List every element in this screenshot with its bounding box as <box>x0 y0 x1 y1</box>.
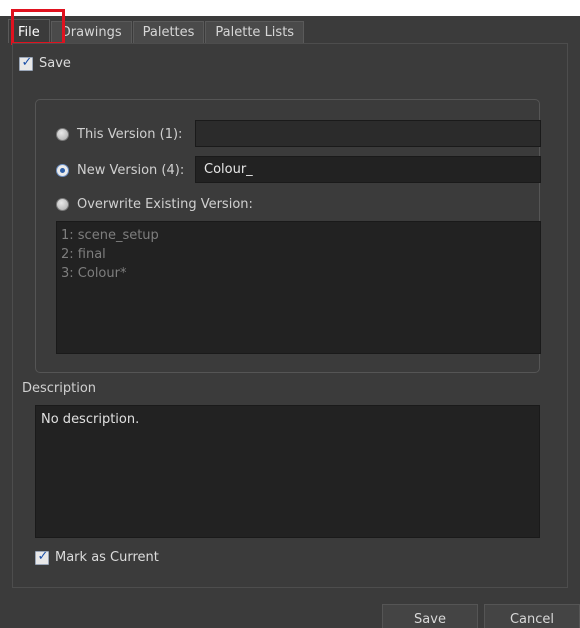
description-textarea[interactable]: No description. <box>35 405 540 538</box>
mark-current-row[interactable]: ✓ Mark as Current <box>35 548 159 565</box>
list-item[interactable]: 2: final <box>61 245 536 264</box>
tab-palette-lists[interactable]: Palette Lists <box>205 21 305 43</box>
save-button[interactable]: Save <box>382 604 478 628</box>
file-tab-content: ✓ Save This Version (1): New Version (4)… <box>12 43 568 588</box>
this-version-field <box>195 120 541 147</box>
this-version-radio[interactable] <box>56 128 69 141</box>
new-version-label: New Version (4): <box>77 163 185 178</box>
list-item[interactable]: 1: scene_setup <box>61 226 536 245</box>
new-version-radio[interactable] <box>56 164 69 177</box>
list-item[interactable]: 3: Colour* <box>61 264 536 283</box>
tab-file[interactable]: File <box>8 19 50 43</box>
checkmark-icon: ✓ <box>21 54 33 70</box>
save-checkbox[interactable]: ✓ <box>19 54 33 71</box>
overwrite-version-radio[interactable] <box>56 198 69 211</box>
mark-current-label: Mark as Current <box>55 550 159 565</box>
description-label: Description <box>22 381 97 396</box>
overwrite-version-option[interactable]: Overwrite Existing Version: <box>56 197 253 212</box>
mark-current-checkbox[interactable]: ✓ <box>35 548 49 565</box>
tab-drawings[interactable]: Drawings <box>50 21 132 43</box>
save-checkbox-label: Save <box>39 56 71 71</box>
new-version-option[interactable]: New Version (4): <box>56 163 184 178</box>
this-version-option[interactable]: This Version (1): <box>56 127 182 142</box>
save-checkbox-row[interactable]: ✓ Save <box>19 54 71 71</box>
overwrite-version-label: Overwrite Existing Version: <box>77 197 253 212</box>
existing-versions-list[interactable]: 1: scene_setup 2: final 3: Colour* <box>56 221 541 354</box>
tab-bar: File Drawings Palettes Palette Lists <box>8 19 305 43</box>
checkmark-icon: ✓ <box>37 548 49 564</box>
cancel-button[interactable]: Cancel <box>484 604 580 628</box>
new-version-name-input[interactable]: Colour_ <box>195 156 541 183</box>
version-groupbox: This Version (1): New Version (4): Colou… <box>35 99 541 373</box>
tab-palettes[interactable]: Palettes <box>132 21 205 43</box>
this-version-label: This Version (1): <box>77 127 183 142</box>
save-dialog: File Drawings Palettes Palette Lists ✓ S… <box>0 0 580 628</box>
